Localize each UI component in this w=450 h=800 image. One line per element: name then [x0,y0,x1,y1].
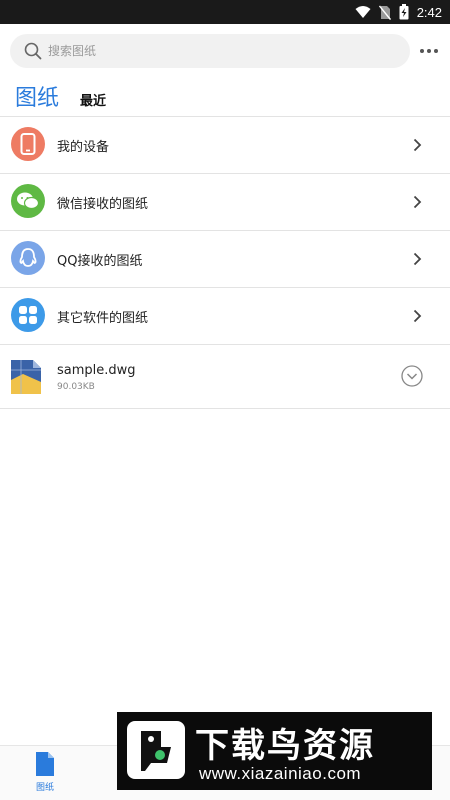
no-sim-icon [378,5,391,20]
tab-bar: 图纸 最近 [0,78,450,116]
bottom-tab-label: 图纸 [35,783,54,793]
battery-charging-icon [399,4,409,20]
status-bar: 2:42 [0,0,450,24]
more-dot-icon [434,49,438,53]
location-item-wechat[interactable]: 微信接收的图纸 [0,173,450,230]
more-dot-icon [420,49,424,53]
search-icon [24,42,42,60]
bottom-tab-drawings[interactable]: 图纸 [25,752,65,798]
more-dot-icon [427,49,431,53]
top-bar [0,24,450,76]
file-name: sample.dwg [57,363,136,378]
phone-icon [11,127,45,161]
watermark-banner: 下载鸟资源 www.xiazainiao.com [117,712,432,790]
more-options-button[interactable] [418,40,440,62]
file-size: 90.03KB [57,382,95,392]
location-label: 其它软件的图纸 [57,311,149,326]
status-time: 2:42 [416,4,442,20]
chevron-right-icon [413,252,422,266]
watermark-title: 下载鸟资源 [195,726,375,766]
watermark-url: www.xiazainiao.com [199,764,362,783]
location-item-my-device[interactable]: 我的设备 [0,116,450,173]
chevron-right-icon [413,309,422,323]
chevron-right-icon [413,195,422,209]
status-icons: 2:42 [355,0,442,24]
location-label: 微信接收的图纸 [57,197,149,212]
document-icon [36,752,54,776]
search-box[interactable] [10,34,410,68]
apps-grid-icon [11,298,45,332]
wechat-icon [11,184,45,218]
location-item-other-apps[interactable]: 其它软件的图纸 [0,287,450,344]
location-label: QQ接收的图纸 [57,254,143,269]
chevron-down-circle-icon[interactable] [401,365,423,387]
qq-icon [11,241,45,275]
wifi-icon [355,6,371,18]
tab-recent[interactable]: 最近 [80,90,106,109]
location-item-qq[interactable]: QQ接收的图纸 [0,230,450,287]
location-label: 我的设备 [57,140,110,155]
file-item[interactable]: sample.dwg 90.03KB [0,344,450,409]
bird-logo-icon [127,721,185,779]
tab-drawings[interactable]: 图纸 [15,80,59,112]
search-input[interactable] [48,44,378,58]
location-list: 我的设备 微信接收的图纸 QQ接收的图纸 其它软件的图纸 sample.dwg … [0,116,450,409]
dwg-file-icon [11,360,41,394]
chevron-right-icon [413,138,422,152]
